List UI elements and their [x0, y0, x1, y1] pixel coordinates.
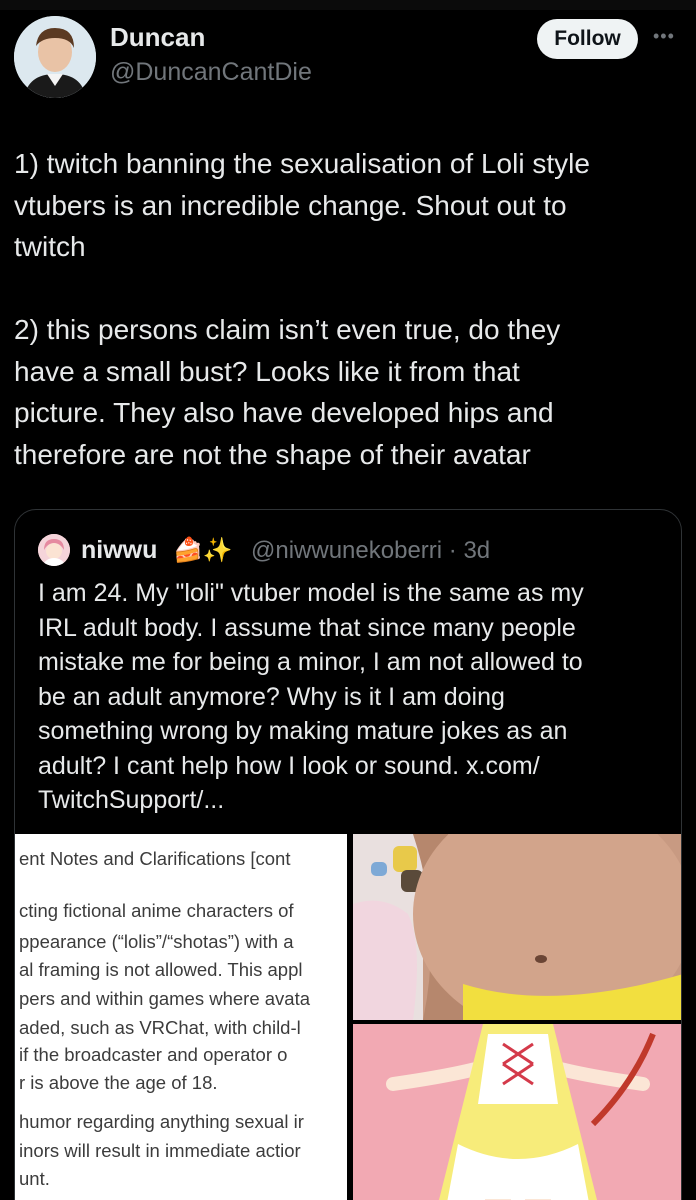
more-options-icon[interactable]: •••: [653, 26, 675, 47]
quoted-media-grid: ent Notes and Clarifications [cont cting…: [15, 834, 681, 1200]
quoted-author-handle[interactable]: @niwwunekoberri · 3d: [251, 537, 490, 565]
author-display-name[interactable]: Duncan: [110, 22, 205, 53]
quoted-avatar-image: [38, 534, 70, 566]
policy-screenshot-image[interactable]: ent Notes and Clarifications [cont cting…: [15, 834, 347, 1200]
doc-line: ent Notes and Clarifications [cont: [19, 848, 291, 869]
doc-line: humor regarding anything sexual ir: [19, 1111, 304, 1132]
post-text: 1) twitch banning the sexualisation of L…: [14, 148, 590, 470]
post-screen: Duncan @DuncanCantDie Follow ••• 1) twit…: [0, 0, 696, 1200]
doc-line: unt.: [19, 1168, 50, 1189]
vtuber-graphic: [353, 1024, 681, 1200]
top-divider: [0, 0, 696, 10]
quoted-author-avatar[interactable]: [38, 534, 70, 566]
doc-line: cting fictional anime characters of: [19, 900, 294, 921]
photo-graphic: [353, 834, 681, 1020]
follow-button[interactable]: Follow: [537, 19, 638, 59]
vtuber-model-image[interactable]: [353, 1024, 681, 1200]
author-avatar[interactable]: [14, 16, 96, 98]
quoted-author-emoji: 🍰✨: [173, 537, 233, 564]
doc-line: if the broadcaster and operator o: [19, 1044, 288, 1065]
doc-line: r is above the age of 18.: [19, 1072, 218, 1093]
avatar-image: [14, 16, 96, 98]
body-photo-image[interactable]: [353, 834, 681, 1020]
quoted-post-text: I am 24. My "loli" vtuber model is the s…: [38, 579, 584, 814]
doc-line: inors will result in immediate actior: [19, 1140, 301, 1161]
doc-line: aded, such as VRChat, with child-l: [19, 1017, 301, 1038]
doc-line: ppearance (“lolis”/“shotas”) with a: [19, 931, 294, 952]
doc-line: pers and within games where avata: [19, 988, 311, 1009]
quoted-post[interactable]: niwwu 🍰✨ @niwwunekoberri · 3d I am 24. M…: [14, 509, 682, 1200]
quoted-author-name[interactable]: niwwu: [81, 536, 157, 565]
doc-line: al framing is not allowed. This appl: [19, 959, 303, 980]
author-handle[interactable]: @DuncanCantDie: [110, 58, 312, 87]
